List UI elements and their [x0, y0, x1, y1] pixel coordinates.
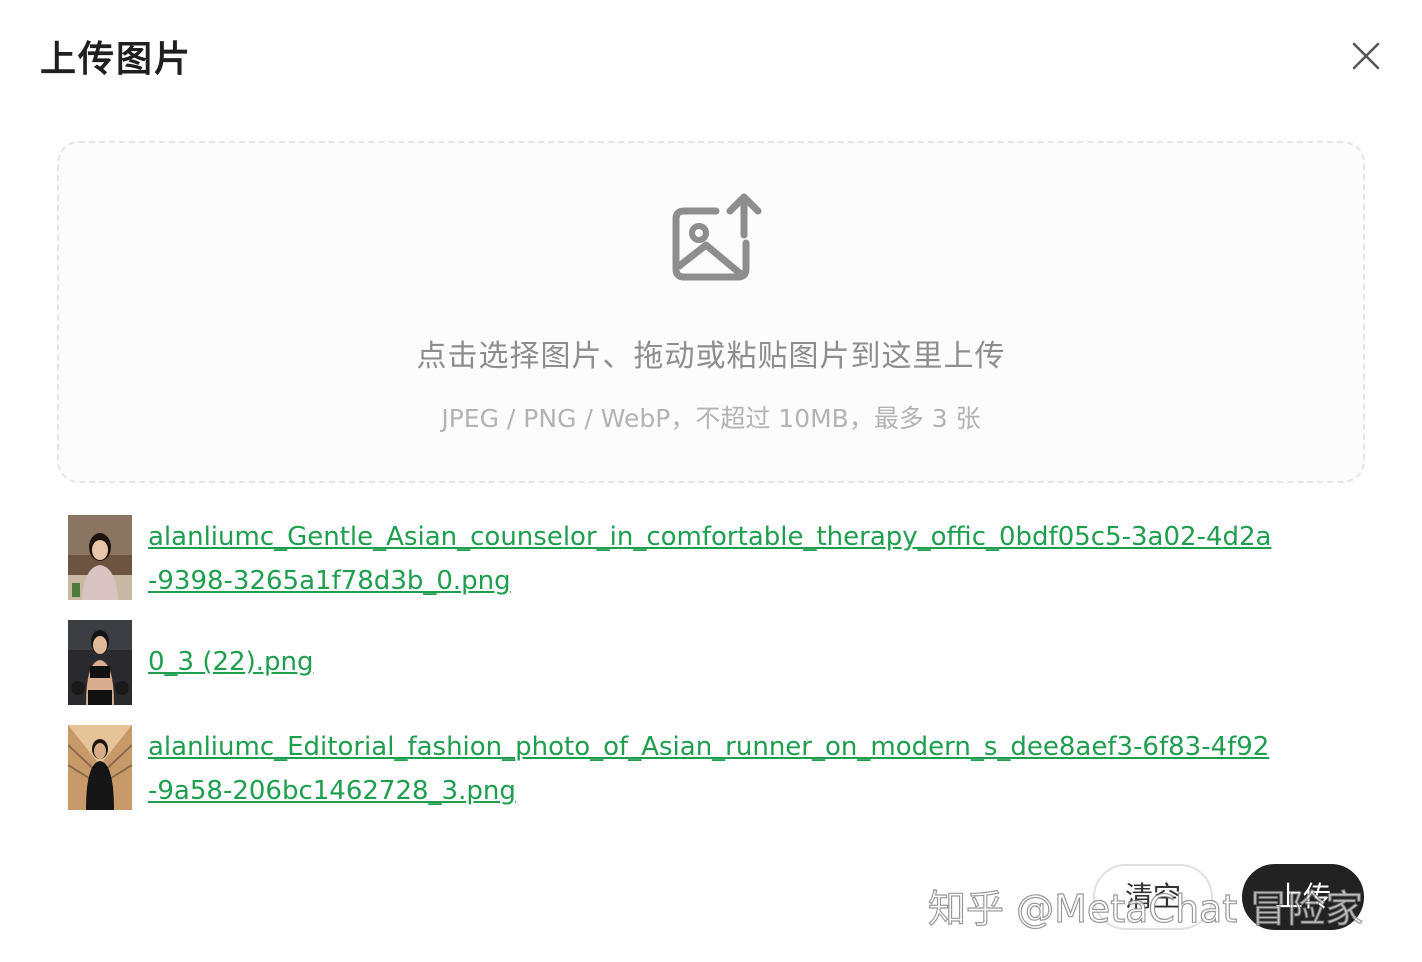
- upload-button[interactable]: 上传: [1242, 864, 1364, 930]
- upload-dropzone[interactable]: 点击选择图片、拖动或粘贴图片到这里上传 JPEG / PNG / WebP，不超…: [57, 141, 1365, 483]
- file-link[interactable]: 0_3 (22).png: [148, 640, 1278, 684]
- upload-constraints: JPEG / PNG / WebP，不超过 10MB，最多 3 张: [441, 404, 981, 433]
- dialog-title: 上传图片: [40, 39, 193, 80]
- image-upload-icon: [672, 193, 762, 281]
- file-link[interactable]: alanliumc_Gentle_Asian_counselor_in_comf…: [148, 515, 1278, 603]
- upload-hint: 点击选择图片、拖动或粘贴图片到这里上传: [416, 339, 1006, 374]
- close-icon: [1352, 42, 1380, 70]
- close-button[interactable]: [1346, 36, 1386, 76]
- file-link[interactable]: alanliumc_Editorial_fashion_photo_of_Asi…: [148, 725, 1278, 813]
- file-thumbnail: [68, 725, 132, 810]
- clear-button[interactable]: 清空: [1093, 864, 1213, 930]
- file-thumbnail: [68, 515, 132, 600]
- file-thumbnail: [68, 620, 132, 705]
